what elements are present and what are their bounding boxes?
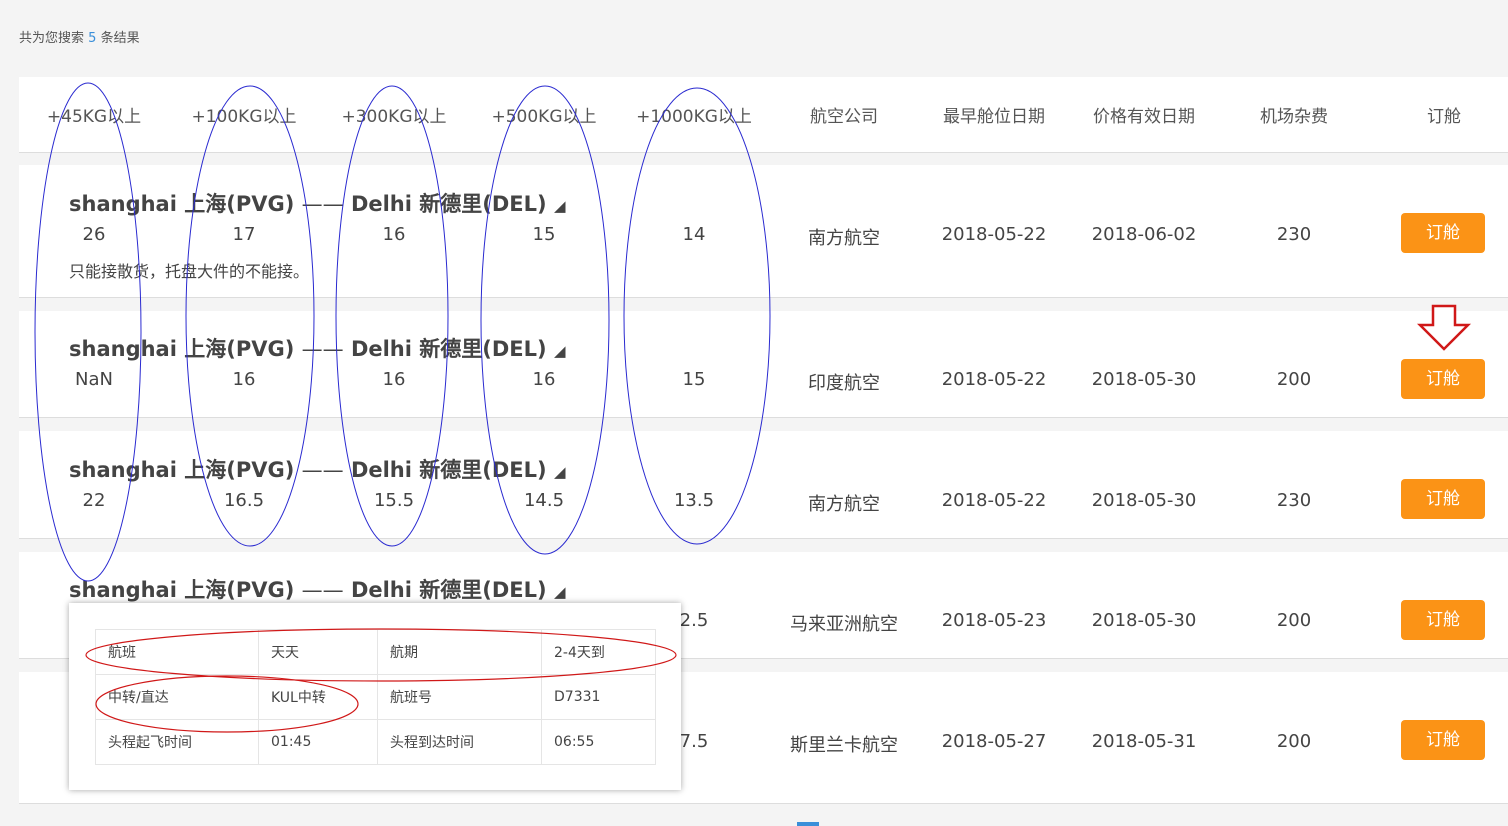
route-separator: —— — [301, 578, 344, 602]
airport-fee: 230 — [1276, 224, 1312, 245]
detail-value-flight: 天天 — [258, 629, 378, 675]
detail-label-duration: 航期 — [377, 629, 542, 675]
flight-detail-table: 航班 天天 航期 2-4天到 中转/直达 KUL中转 航班号 D7331 头程起… — [95, 629, 656, 765]
price-1000kg: 14 — [682, 224, 706, 245]
table-row: shanghai 上海(PVG) —— Delhi 新德里(DEL) ◢ 26 … — [19, 165, 1508, 298]
detail-value-transfer: KUL中转 — [258, 674, 378, 720]
airport-fee: 200 — [1276, 610, 1312, 631]
airport-fee: 200 — [1276, 731, 1312, 752]
destination: Delhi 新德里(DEL) — [350, 458, 547, 482]
price-100kg: 16 — [232, 369, 256, 390]
destination: Delhi 新德里(DEL) — [350, 578, 547, 602]
header-earliest-date: 最早舱位日期 — [943, 107, 1045, 127]
airline: 马来亚洲航空 — [790, 614, 898, 635]
header-valid-date: 价格有效日期 — [1093, 107, 1195, 127]
results-count: 5 — [88, 31, 97, 46]
header-300kg: +300KG以上 — [341, 107, 447, 127]
earliest-date: 2018-05-23 — [941, 610, 1047, 631]
book-button[interactable]: 订舱 — [1401, 359, 1485, 399]
detail-row: 中转/直达 KUL中转 航班号 D7331 — [95, 674, 656, 720]
table-header: +45KG以上 +100KG以上 +300KG以上 +500KG以上 +1000… — [19, 77, 1508, 153]
valid-date: 2018-05-30 — [1091, 610, 1197, 631]
detail-label-flight-no: 航班号 — [377, 674, 542, 720]
price-100kg: 16.5 — [223, 490, 265, 511]
valid-date: 2018-05-31 — [1091, 731, 1197, 752]
route-separator: —— — [301, 192, 344, 216]
price-500kg: 14.5 — [523, 490, 565, 511]
price-300kg: 16 — [382, 369, 406, 390]
header-500kg: +500KG以上 — [491, 107, 597, 127]
book-button[interactable]: 订舱 — [1401, 479, 1485, 519]
origin: shanghai 上海(PVG) — [69, 192, 295, 216]
detail-row: 航班 天天 航期 2-4天到 — [95, 629, 656, 675]
book-button[interactable]: 订舱 — [1401, 600, 1485, 640]
price-500kg: 15 — [532, 224, 556, 245]
detail-value-flight-no: D7331 — [541, 674, 656, 720]
row-note: 只能接散货，托盘大件的不能接。 — [69, 262, 310, 281]
detail-value-arrival: 06:55 — [541, 719, 656, 765]
airport-fee: 200 — [1276, 369, 1312, 390]
price-45kg: 22 — [82, 490, 106, 511]
airline: 斯里兰卡航空 — [790, 735, 898, 756]
scroll-indicator — [797, 822, 819, 826]
detail-value-departure: 01:45 — [258, 719, 378, 765]
detail-label-arrival: 头程到达时间 — [377, 719, 542, 765]
detail-row: 头程起飞时间 01:45 头程到达时间 06:55 — [95, 719, 656, 765]
table-row: shanghai 上海(PVG) —— Delhi 新德里(DEL) ◢ NaN… — [19, 311, 1508, 418]
header-airline: 航空公司 — [810, 107, 878, 127]
route-separator: —— — [301, 337, 344, 361]
origin: shanghai 上海(PVG) — [69, 337, 295, 361]
detail-label-departure: 头程起飞时间 — [95, 719, 259, 765]
valid-date: 2018-05-30 — [1091, 490, 1197, 511]
book-button[interactable]: 订舱 — [1401, 720, 1485, 760]
detail-value-duration: 2-4天到 — [541, 629, 656, 675]
expand-triangle-icon[interactable]: ◢ — [554, 583, 566, 601]
valid-date: 2018-05-30 — [1091, 369, 1197, 390]
airline: 南方航空 — [808, 494, 880, 515]
earliest-date: 2018-05-22 — [941, 224, 1047, 245]
expand-triangle-icon[interactable]: ◢ — [554, 197, 566, 215]
route-title[interactable]: shanghai 上海(PVG) —— Delhi 新德里(DEL) ◢ — [69, 188, 565, 218]
earliest-date: 2018-05-27 — [941, 731, 1047, 752]
detail-label-transfer: 中转/直达 — [95, 674, 259, 720]
expand-triangle-icon[interactable]: ◢ — [554, 463, 566, 481]
price-1000kg: 15 — [682, 369, 706, 390]
price-45kg: NaN — [75, 369, 113, 390]
airline: 印度航空 — [808, 373, 880, 394]
earliest-date: 2018-05-22 — [941, 369, 1047, 390]
earliest-date: 2018-05-22 — [941, 490, 1047, 511]
destination: Delhi 新德里(DEL) — [350, 192, 547, 216]
valid-date: 2018-06-02 — [1091, 224, 1197, 245]
header-1000kg: +1000KG以上 — [636, 107, 752, 127]
origin: shanghai 上海(PVG) — [69, 458, 295, 482]
price-300kg: 16 — [382, 224, 406, 245]
summary-prefix: 共为您搜索 — [19, 31, 85, 46]
flight-detail-popup: 航班 天天 航期 2-4天到 中转/直达 KUL中转 航班号 D7331 头程起… — [69, 603, 681, 790]
route-title[interactable]: shanghai 上海(PVG) —— Delhi 新德里(DEL) ◢ — [69, 574, 565, 604]
results-summary: 共为您搜索 5 条结果 — [19, 27, 140, 46]
route-title[interactable]: shanghai 上海(PVG) —— Delhi 新德里(DEL) ◢ — [69, 333, 565, 363]
destination: Delhi 新德里(DEL) — [350, 337, 547, 361]
price-1000kg: 13.5 — [673, 490, 715, 511]
price-500kg: 16 — [532, 369, 556, 390]
price-100kg: 17 — [232, 224, 256, 245]
airline: 南方航空 — [808, 228, 880, 249]
header-airport-fee: 机场杂费 — [1260, 107, 1328, 127]
book-button[interactable]: 订舱 — [1401, 213, 1485, 253]
table-row: shanghai 上海(PVG) —— Delhi 新德里(DEL) ◢ 22 … — [19, 431, 1508, 539]
header-100kg: +100KG以上 — [191, 107, 297, 127]
origin: shanghai 上海(PVG) — [69, 578, 295, 602]
price-300kg: 15.5 — [373, 490, 415, 511]
airport-fee: 230 — [1276, 490, 1312, 511]
detail-label-flight: 航班 — [95, 629, 259, 675]
header-book: 订舱 — [1427, 107, 1461, 127]
summary-suffix: 条结果 — [100, 31, 140, 46]
route-title[interactable]: shanghai 上海(PVG) —— Delhi 新德里(DEL) ◢ — [69, 454, 565, 484]
header-45kg: +45KG以上 — [46, 107, 142, 127]
expand-triangle-icon[interactable]: ◢ — [554, 342, 566, 360]
route-separator: —— — [301, 458, 344, 482]
price-45kg: 26 — [82, 224, 106, 245]
